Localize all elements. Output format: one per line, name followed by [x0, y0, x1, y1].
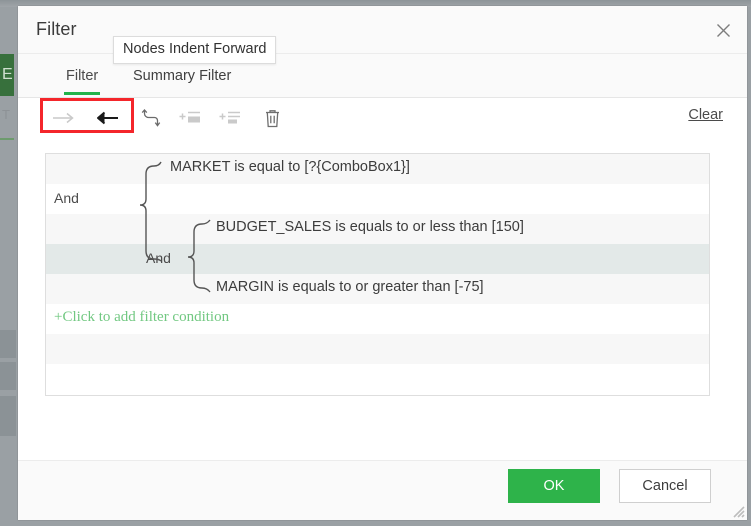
tab-filter[interactable]: Filter — [56, 54, 108, 98]
background-strip — [0, 330, 16, 358]
close-icon[interactable] — [705, 12, 741, 48]
filter-row[interactable] — [46, 334, 709, 364]
tab-active-underline — [64, 92, 100, 95]
filter-row[interactable]: MARKET is equal to [?{ComboBox1}] — [46, 154, 709, 184]
filter-toolbar: Clear — [18, 98, 747, 138]
arrow-right-icon[interactable] — [47, 102, 81, 134]
add-filter-condition-link[interactable]: +Click to add filter condition — [54, 309, 229, 326]
filter-row[interactable]: BUDGET_SALES is equals to or less than [… — [46, 214, 709, 244]
add-group-icon[interactable] — [213, 102, 247, 134]
filter-condition-text[interactable]: MARKET is equal to [?{ComboBox1}] — [170, 159, 410, 175]
tooltip-nodes-indent-forward: Nodes Indent Forward — [113, 36, 276, 64]
tab-filter-label: Filter — [66, 68, 98, 84]
arrow-left-icon[interactable] — [90, 102, 124, 134]
background-green-block: E — [0, 54, 14, 96]
filter-row[interactable]: And — [46, 244, 709, 274]
tab-summary-filter-label: Summary Filter — [133, 68, 231, 84]
resize-grip[interactable] — [729, 502, 745, 518]
filter-row[interactable] — [46, 364, 709, 394]
logical-operator-label[interactable]: And — [146, 250, 171, 266]
filter-row[interactable]: And — [46, 184, 709, 214]
cancel-button[interactable]: Cancel — [619, 469, 711, 503]
filter-dialog: Filter Filter Summary Filter — [18, 6, 747, 520]
background-strip — [0, 362, 16, 390]
dialog-footer: OK Cancel — [18, 460, 747, 520]
background-partial-text: T — [2, 107, 16, 122]
filter-condition-text[interactable]: BUDGET_SALES is equals to or less than [… — [216, 219, 524, 235]
background-green-line — [0, 138, 14, 140]
logical-operator-label[interactable]: And — [54, 190, 79, 206]
arrow-turn-down-icon[interactable] — [134, 102, 168, 134]
add-condition-icon[interactable] — [173, 102, 207, 134]
clear-link[interactable]: Clear — [688, 107, 723, 123]
trash-icon[interactable] — [255, 102, 289, 134]
filter-row[interactable]: MARGIN is equals to or greater than [-75… — [46, 274, 709, 304]
filter-condition-list[interactable]: MARKET is equal to [?{ComboBox1}] And BUDG… — [45, 153, 710, 396]
background-strip — [0, 396, 16, 436]
ok-button[interactable]: OK — [508, 469, 600, 503]
add-filter-condition-row[interactable]: +Click to add filter condition — [46, 304, 709, 334]
filter-condition-text[interactable]: MARGIN is equals to or greater than [-75… — [216, 279, 484, 295]
dialog-title: Filter — [36, 19, 77, 40]
